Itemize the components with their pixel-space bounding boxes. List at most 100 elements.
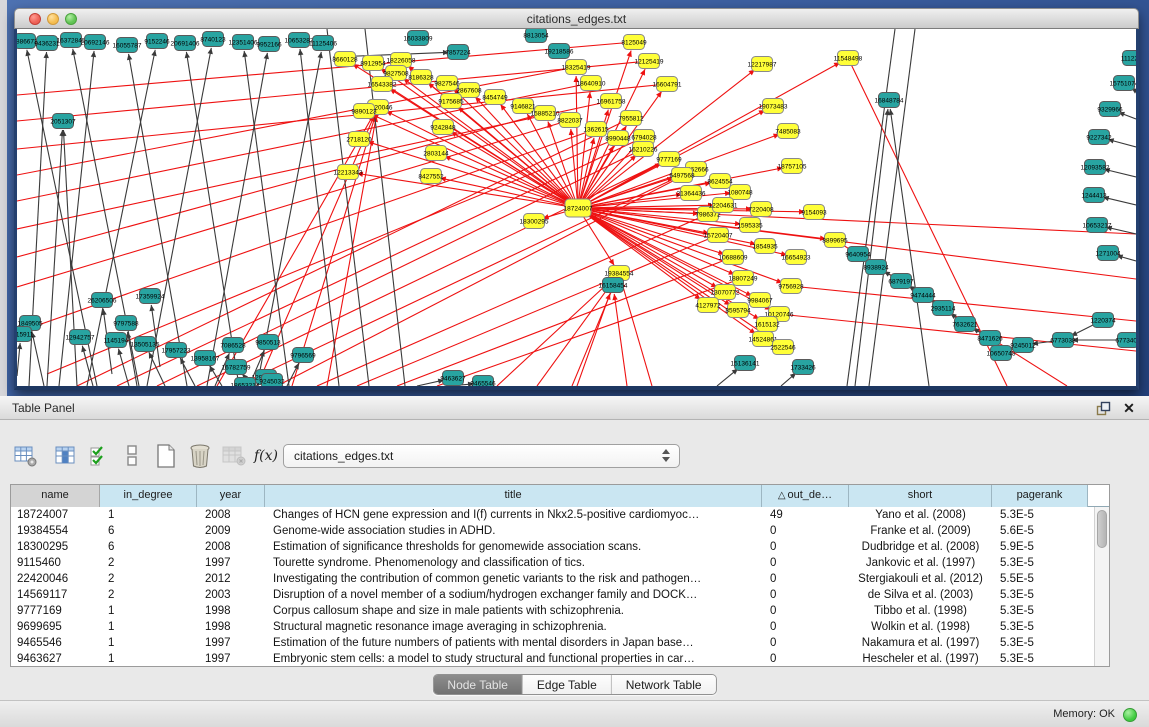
column-header-title[interactable]: title — [265, 485, 762, 507]
memory-status-indicator[interactable] — [1123, 708, 1137, 722]
table-cell[interactable]: Jankovic et al. (1997) — [849, 555, 992, 571]
table-cell[interactable]: 49 — [762, 507, 849, 523]
table-cell[interactable]: 1 — [100, 635, 197, 651]
table-cell[interactable]: 9115460 — [11, 555, 100, 571]
table-cell[interactable]: 1997 — [197, 651, 265, 666]
table-cell[interactable]: 5.3E-5 — [992, 619, 1088, 635]
table-cell[interactable]: de Silva et al. (2003) — [849, 587, 992, 603]
graph-edge[interactable] — [300, 49, 339, 386]
graph-edge[interactable] — [197, 159, 669, 386]
table-cell[interactable]: 2008 — [197, 539, 265, 555]
table-row[interactable]: 946362711997Embryonic stem cells: a mode… — [11, 651, 1094, 666]
graph-edge[interactable] — [890, 109, 929, 386]
table-cell[interactable]: Changes of HCN gene expression and I(f) … — [265, 507, 762, 523]
table-cell[interactable]: 9463627 — [11, 651, 100, 666]
table-cell[interactable]: 5.3E-5 — [992, 635, 1088, 651]
table-cell[interactable]: 5.6E-5 — [992, 523, 1088, 539]
table-cell[interactable]: Yano et al. (2008) — [849, 507, 992, 523]
table-cell[interactable]: Investigating the contribution of common… — [265, 571, 762, 587]
table-cell[interactable]: 18300295 — [11, 539, 100, 555]
table-cell[interactable]: Estimation of significance thresholds fo… — [265, 539, 762, 555]
table-cell[interactable]: Tourette syndrome. Phenomenology and cla… — [265, 555, 762, 571]
table-cell[interactable]: Hescheler et al. (1997) — [849, 651, 992, 666]
table-cell[interactable]: 1 — [100, 651, 197, 666]
graph-edge[interactable] — [847, 29, 895, 386]
network-canvas[interactable]: 8660128891295418226058982750816543382818… — [14, 29, 1139, 390]
tab-edge-table[interactable]: Edge Table — [523, 675, 612, 695]
graph-edge[interactable] — [497, 279, 612, 386]
table-cell[interactable]: 5.3E-5 — [992, 587, 1088, 603]
table-cell[interactable]: 2009 — [197, 523, 265, 539]
graph-edge[interactable] — [622, 282, 652, 386]
graph-edge[interactable] — [32, 332, 44, 386]
table-cell[interactable]: 5.9E-5 — [992, 539, 1088, 555]
table-row[interactable]: 977716911998Corpus callosum shape and si… — [11, 603, 1094, 619]
table-cell[interactable]: 5.3E-5 — [992, 603, 1088, 619]
tab-network-table[interactable]: Network Table — [612, 675, 716, 695]
table-cell[interactable]: 0 — [762, 555, 849, 571]
table-cell[interactable]: 2012 — [197, 571, 265, 587]
table-cell[interactable]: 2 — [100, 555, 197, 571]
table-cell[interactable]: 2003 — [197, 587, 265, 603]
table-cell[interactable]: Embryonic stem cells: a model to study s… — [265, 651, 762, 666]
table-cell[interactable]: 5.3E-5 — [992, 651, 1088, 666]
table-row[interactable]: 2242004622012Investigating the contribut… — [11, 571, 1094, 587]
table-cell[interactable]: Wolkin et al. (1998) — [849, 619, 992, 635]
table-row[interactable]: 911546021997Tourette syndrome. Phenomeno… — [11, 555, 1094, 571]
table-cell[interactable]: Dudbridge et al. (2008) — [849, 539, 992, 555]
table-cell[interactable]: 9777169 — [11, 603, 100, 619]
table-cell[interactable]: Corpus callosum shape and size in male p… — [265, 603, 762, 619]
table-cell[interactable]: 0 — [762, 571, 849, 587]
graph-edge[interactable] — [117, 137, 644, 386]
table-cell[interactable]: 0 — [762, 619, 849, 635]
table-row[interactable]: 969969511998Structural magnetic resonanc… — [11, 619, 1094, 635]
row-options-icon[interactable] — [116, 440, 148, 472]
graph-edge[interactable] — [292, 116, 375, 386]
table-cell[interactable]: 0 — [762, 651, 849, 666]
table-cell[interactable]: 0 — [762, 635, 849, 651]
table-row[interactable]: 1830029562008Estimation of significance … — [11, 539, 1094, 555]
table-row[interactable]: 1938455462009Genome-wide association stu… — [11, 523, 1094, 539]
graph-edge[interactable] — [537, 280, 614, 386]
graph-edge[interactable] — [614, 294, 627, 386]
table-cell[interactable]: 2 — [100, 587, 197, 603]
table-cell[interactable]: 5.5E-5 — [992, 571, 1088, 587]
vertical-scrollbar[interactable] — [1094, 507, 1109, 666]
graph-edge[interactable] — [63, 130, 77, 386]
network-window-titlebar[interactable]: citations_edges.txt — [14, 8, 1139, 29]
select-columns-icon[interactable] — [84, 440, 116, 472]
table-cell[interactable]: Disruption of a novel member of a sodium… — [265, 587, 762, 603]
table-cell[interactable]: Nakamura et al. (1997) — [849, 635, 992, 651]
table-cell[interactable]: 1997 — [197, 555, 265, 571]
table-cell[interactable]: 2008 — [197, 507, 265, 523]
column-header-short[interactable]: short — [849, 485, 992, 507]
table-cell[interactable]: 6 — [100, 523, 197, 539]
table-cell[interactable]: 19384554 — [11, 523, 100, 539]
table-row[interactable]: 946554611997Estimation of the future num… — [11, 635, 1094, 651]
table-cell[interactable]: 0 — [762, 539, 849, 555]
column-header-in_degree[interactable]: in_degree — [100, 485, 197, 507]
table-cell[interactable]: 1998 — [197, 603, 265, 619]
graph-edge[interactable] — [437, 278, 743, 386]
table-cell[interactable]: 9699695 — [11, 619, 100, 635]
column-header-pagerank[interactable]: pagerank — [992, 485, 1088, 507]
tab-node-table[interactable]: Node Table — [433, 675, 523, 695]
close-panel-icon[interactable]: ✕ — [1121, 398, 1137, 418]
function-builder-icon[interactable]: f(x) — [250, 440, 282, 472]
column-header-name[interactable]: name — [11, 485, 100, 507]
table-cell[interactable]: 18724007 — [11, 507, 100, 523]
table-cell[interactable]: 1 — [100, 603, 197, 619]
float-panel-icon[interactable] — [1096, 401, 1111, 416]
table-selector-dropdown[interactable]: citations_edges.txt — [283, 444, 680, 468]
table-cell[interactable]: 0 — [762, 523, 849, 539]
citation-network-graph[interactable]: 8660128891295418226058982750816543382818… — [17, 29, 1136, 386]
table-settings-icon[interactable] — [10, 440, 42, 472]
table-cell[interactable]: 0 — [762, 587, 849, 603]
graph-edge[interactable] — [147, 48, 211, 386]
table-cell[interactable]: 9465546 — [11, 635, 100, 651]
delete-trash-icon[interactable] — [184, 440, 216, 472]
table-cell[interactable]: 0 — [762, 603, 849, 619]
table-cell[interactable]: 1 — [100, 619, 197, 635]
column-header-out_de[interactable]: △out_de… — [762, 485, 849, 507]
table-cell[interactable]: 1 — [100, 507, 197, 523]
